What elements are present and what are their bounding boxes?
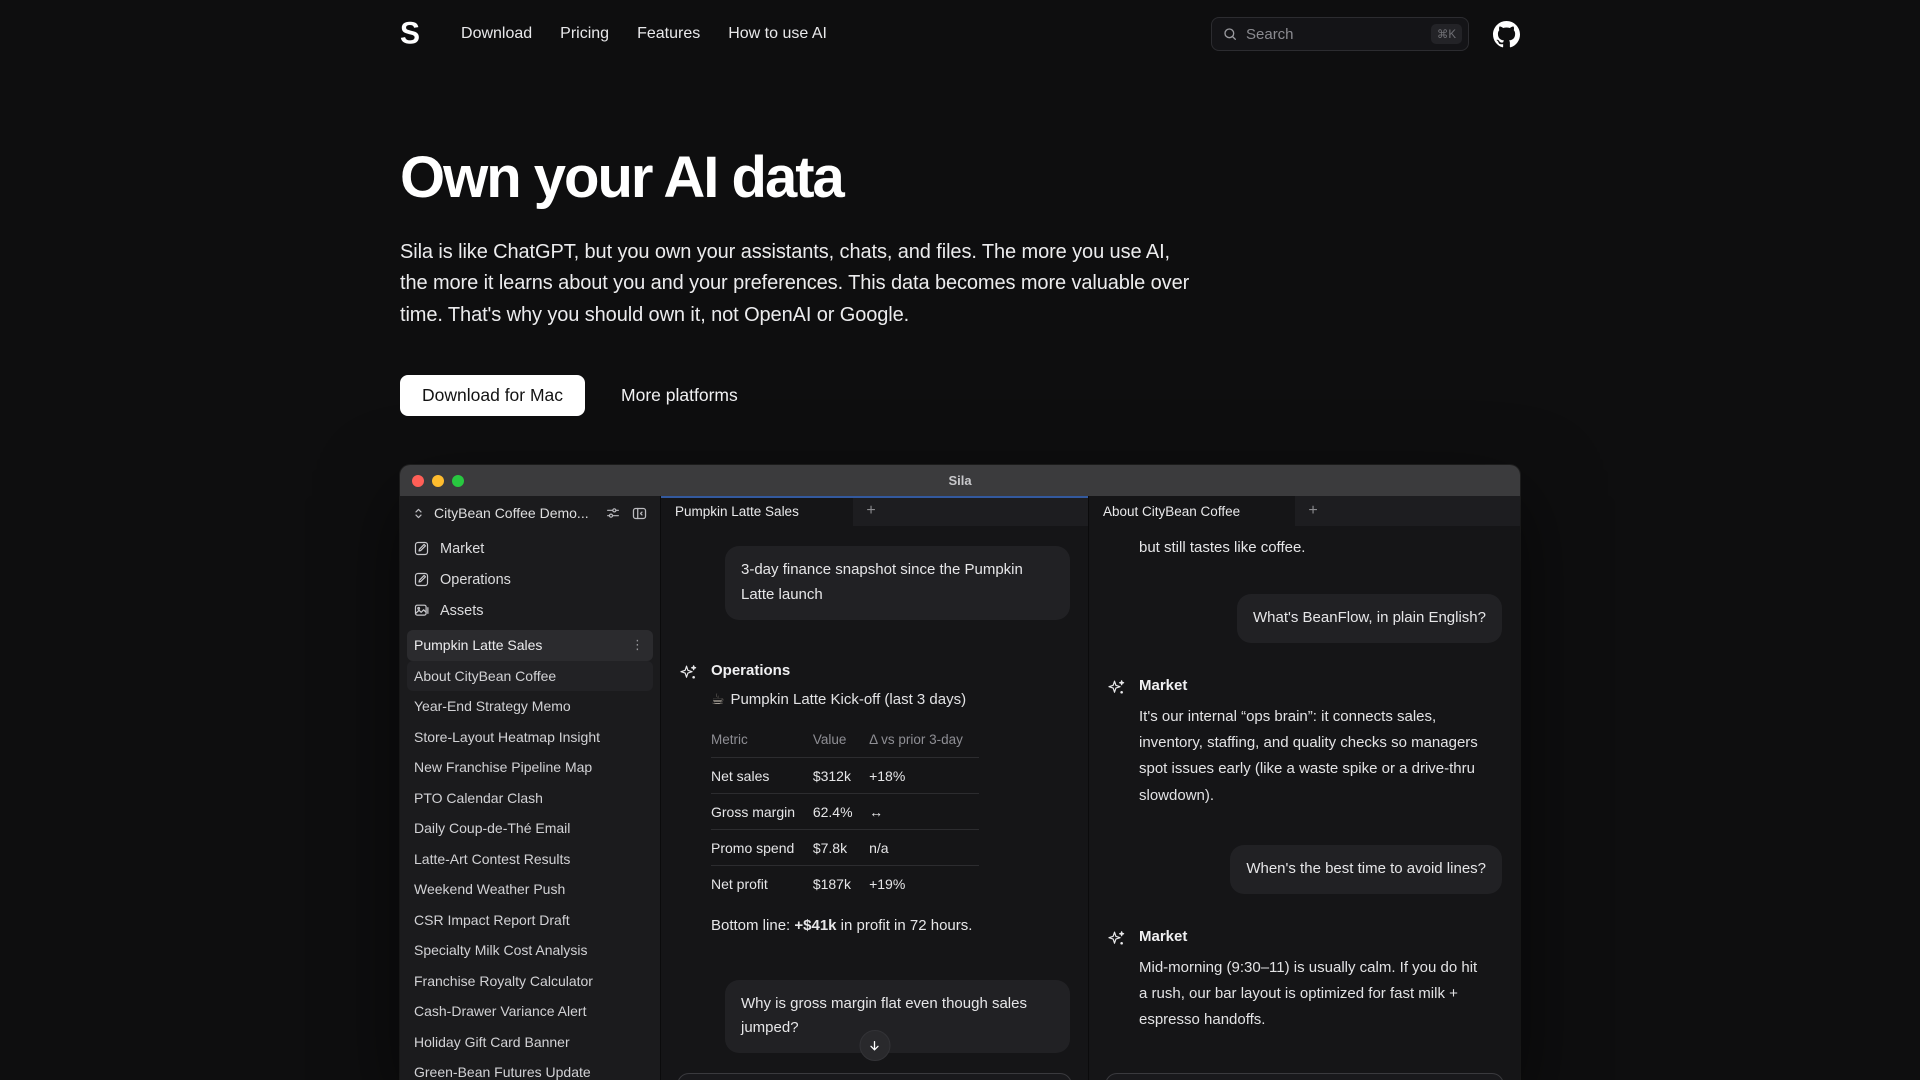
workspace-switcher-icon[interactable]	[409, 504, 428, 523]
search-icon	[1222, 26, 1238, 42]
message-input[interactable]	[677, 1073, 1072, 1080]
scroll-to-bottom-button[interactable]	[859, 1030, 890, 1061]
user-message: 3-day finance snapshot since the Pumpkin…	[725, 546, 1070, 620]
sidebar-item-assets[interactable]: Assets	[407, 595, 653, 626]
table-header: Metric	[711, 728, 813, 758]
tab-about-citybean-coffee[interactable]: About CityBean Coffee	[1089, 496, 1295, 526]
assistant-text: Mid-morning (9:30–11) is usually calm. I…	[1139, 955, 1479, 1034]
github-icon[interactable]	[1493, 21, 1520, 48]
download-for-mac-button[interactable]: Download for Mac	[400, 375, 585, 416]
table-row: Gross margin 62.4% ↔	[711, 793, 979, 829]
hero-description: Sila is like ChatGPT, but you own your a…	[400, 237, 1200, 331]
search-box[interactable]: ⌘K	[1211, 17, 1469, 51]
user-message: Why is gross margin flat even though sal…	[725, 980, 1070, 1054]
workspace-title[interactable]: CityBean Coffee Demo...	[434, 505, 597, 521]
minimize-window-button[interactable]	[432, 475, 444, 487]
chat-pane-pumpkin-latte-sales: Pumpkin Latte Sales + 3-day finance snap…	[661, 496, 1089, 1080]
table-header: Δ vs prior 3-day	[869, 728, 979, 758]
user-message: When's the best time to avoid lines?	[1230, 845, 1502, 894]
sidebar-item-franchise-royalty-calculator[interactable]: Franchise Royalty Calculator	[407, 966, 653, 997]
tab-bar: About CityBean Coffee +	[1089, 496, 1520, 526]
edit-icon	[413, 540, 430, 557]
nav-link-how-to-use-ai[interactable]: How to use AI	[728, 25, 827, 43]
sidebar-item-pto-calendar-clash[interactable]: PTO Calendar Clash	[407, 783, 653, 814]
sparkle-icon	[679, 662, 698, 934]
sidebar-item-holiday-gift-card-banner[interactable]: Holiday Gift Card Banner	[407, 1027, 653, 1058]
sidebar-item-new-franchise-pipeline-map[interactable]: New Franchise Pipeline Map	[407, 752, 653, 783]
edit-icon	[413, 571, 430, 588]
image-icon	[413, 602, 430, 619]
sidebar-item-daily-coup-de-the-email[interactable]: Daily Coup-de-Thé Email	[407, 813, 653, 844]
sparkle-icon	[1107, 677, 1126, 809]
page-title: Own your AI data	[400, 144, 1520, 211]
sidebar-item-cash-drawer-variance-alert[interactable]: Cash-Drawer Variance Alert	[407, 996, 653, 1027]
collapse-sidebar-icon[interactable]	[629, 503, 650, 524]
user-message: What's BeanFlow, in plain English?	[1237, 594, 1502, 643]
close-window-button[interactable]	[412, 475, 424, 487]
sidebar-item-market[interactable]: Market	[407, 533, 653, 564]
chat-pane-about-citybean-coffee: About CityBean Coffee + but still tastes…	[1089, 496, 1520, 1080]
assistant-message: Market It's our internal “ops brain”: it…	[1107, 677, 1502, 809]
table-row: Net sales $312k +18%	[711, 757, 979, 793]
table-row: Promo spend $7.8k n/a	[711, 829, 979, 865]
active-pane-indicator	[661, 496, 1088, 498]
more-platforms-link[interactable]: More platforms	[621, 385, 738, 406]
nav-link-download[interactable]: Download	[461, 25, 532, 43]
window-title: Sila	[948, 473, 971, 488]
window-titlebar: Sila	[400, 465, 1520, 496]
table-header: Value	[813, 728, 869, 758]
assistant-name: Market	[1139, 928, 1502, 945]
assistant-message-partial: but still tastes like coffee.	[1107, 539, 1502, 556]
sila-logo[interactable]: S	[400, 16, 419, 52]
assistant-kickoff-line: ☕Pumpkin Latte Kick-off (last 3 days)	[711, 690, 1070, 708]
tab-bar: Pumpkin Latte Sales +	[661, 496, 1088, 526]
tab-pumpkin-latte-sales[interactable]: Pumpkin Latte Sales	[661, 496, 853, 526]
assistant-text: It's our internal “ops brain”: it connec…	[1139, 704, 1479, 809]
nav-links: Download Pricing Features How to use AI	[461, 25, 827, 43]
sidebar-item-store-layout-heatmap-insight[interactable]: Store-Layout Heatmap Insight	[407, 722, 653, 753]
search-input[interactable]	[1238, 26, 1431, 43]
sidebar-item-specialty-milk-cost-analysis[interactable]: Specialty Milk Cost Analysis	[407, 935, 653, 966]
new-tab-button[interactable]: +	[1295, 496, 1331, 526]
assistant-message: Operations ☕Pumpkin Latte Kick-off (last…	[679, 662, 1070, 934]
new-tab-button[interactable]: +	[853, 496, 889, 526]
metrics-table: Metric Value Δ vs prior 3-day Net sales …	[711, 728, 979, 901]
app-window-screenshot: Sila CityBean Coffee Demo...	[400, 465, 1520, 1080]
coffee-icon: ☕	[711, 690, 724, 708]
sidebar: CityBean Coffee Demo... Market	[400, 496, 661, 1080]
message-input[interactable]	[1105, 1073, 1504, 1080]
sidebar-item-latte-art-contest-results[interactable]: Latte-Art Contest Results	[407, 844, 653, 875]
table-row: Net profit $187k +19%	[711, 865, 979, 901]
top-nav: S Download Pricing Features How to use A…	[400, 0, 1520, 52]
assistant-name: Market	[1139, 677, 1502, 694]
sparkle-icon	[1107, 928, 1126, 1034]
nav-link-pricing[interactable]: Pricing	[560, 25, 609, 43]
filter-sliders-icon[interactable]	[603, 503, 623, 523]
sidebar-item-csr-impact-report-draft[interactable]: CSR Impact Report Draft	[407, 905, 653, 936]
sidebar-item-operations[interactable]: Operations	[407, 564, 653, 595]
sidebar-item-weekend-weather-push[interactable]: Weekend Weather Push	[407, 874, 653, 905]
arrow-down-icon	[868, 1039, 882, 1053]
assistant-message: Market Mid-morning (9:30–11) is usually …	[1107, 928, 1502, 1034]
bottom-line-summary: Bottom line: +$41k in profit in 72 hours…	[711, 917, 1070, 934]
zoom-window-button[interactable]	[452, 475, 464, 487]
sidebar-item-pumpkin-latte-sales[interactable]: Pumpkin Latte Sales ⋮	[407, 630, 653, 661]
assistant-name: Operations	[711, 662, 1070, 679]
sidebar-item-green-bean-futures-update[interactable]: Green-Bean Futures Update	[407, 1057, 653, 1080]
sidebar-item-year-end-strategy-memo[interactable]: Year-End Strategy Memo	[407, 691, 653, 722]
sidebar-item-about-citybean-coffee[interactable]: About CityBean Coffee	[407, 661, 653, 692]
kebab-menu-icon[interactable]: ⋮	[629, 637, 646, 653]
nav-link-features[interactable]: Features	[637, 25, 700, 43]
search-shortcut-badge: ⌘K	[1431, 24, 1462, 44]
